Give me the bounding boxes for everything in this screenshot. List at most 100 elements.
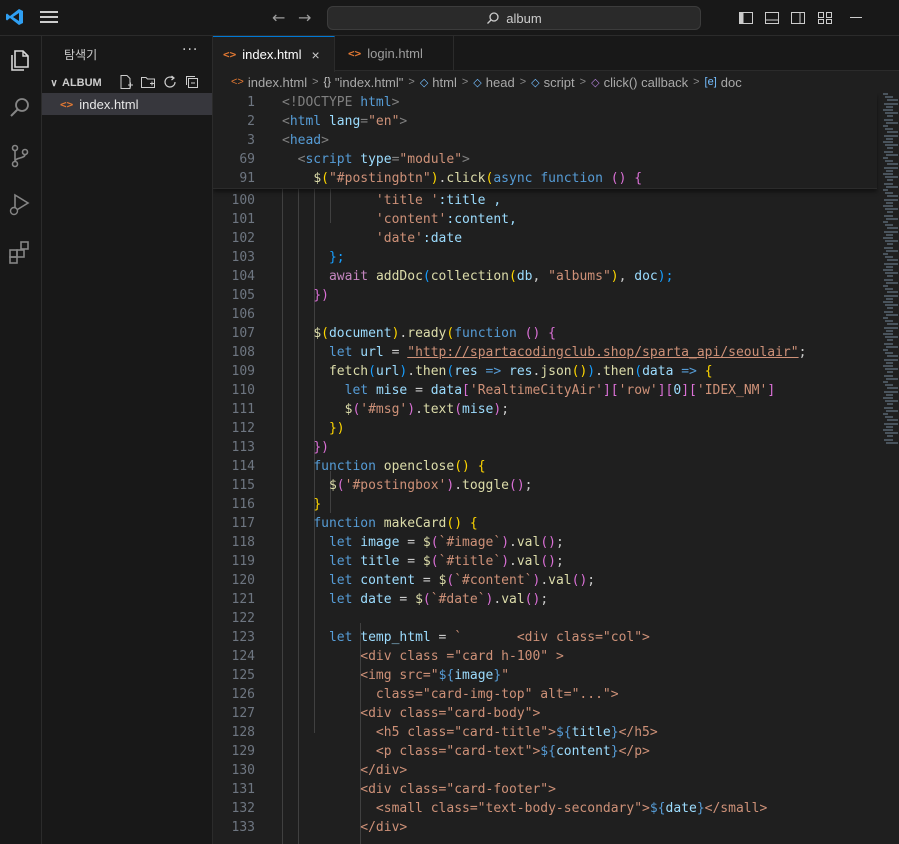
extensions-icon[interactable] — [6, 238, 34, 266]
line-number: 103 — [231, 250, 255, 265]
search-icon[interactable] — [6, 94, 34, 122]
line-number: 69 — [239, 152, 255, 167]
sticky-scroll-header[interactable]: 1 <!DOCTYPE html> 2 <html lang="en"> 3 <head>… — [213, 93, 877, 189]
code-line: 106 — [213, 305, 883, 324]
line-number: 107 — [231, 326, 255, 341]
forward-arrow-icon[interactable]: → — [298, 8, 311, 27]
source-control-icon[interactable] — [6, 142, 34, 170]
code-text: await addDoc(collection(db, "albums"), d… — [328, 269, 674, 284]
tab-label: index.html — [242, 47, 302, 62]
chevron-right-icon: > — [519, 76, 527, 88]
code-line: 105 }) — [213, 286, 883, 305]
code-line: 102 'date':date — [213, 229, 883, 248]
braces-icon: {} — [323, 76, 331, 88]
breadcrumb-item[interactable]: ◇ click() callback — [591, 75, 688, 90]
line-number: 91 — [239, 171, 255, 186]
code-line: 113 }) — [213, 438, 883, 457]
customize-layout-icon[interactable] — [817, 10, 833, 26]
chevron-right-icon: > — [693, 76, 700, 88]
line-number: 111 — [231, 402, 255, 417]
code-text: </div> — [360, 820, 408, 835]
code-text: <div class="card-footer"> — [360, 782, 556, 797]
code-text: <img src="${image}" — [360, 668, 510, 683]
line-number: 106 — [231, 307, 255, 322]
minimap[interactable] — [883, 93, 899, 453]
code-text: }) — [328, 421, 345, 436]
chevron-right-icon: > — [312, 76, 319, 88]
line-number: 118 — [231, 535, 255, 550]
line-number: 112 — [231, 421, 255, 436]
minimize-button[interactable] — [850, 17, 862, 18]
run-debug-icon[interactable] — [6, 190, 34, 218]
line-number: 101 — [231, 212, 255, 227]
breadcrumb-item[interactable]: ◇ html — [420, 75, 457, 90]
breadcrumb-item[interactable]: {} "index.html" — [324, 75, 404, 90]
line-number: 104 — [231, 269, 255, 284]
code-text: }) — [313, 440, 329, 455]
search-icon — [487, 12, 499, 24]
editor-tabs: <> index.html × <> login.html — [213, 36, 899, 72]
code-text: <small class="text-body-secondary">${dat… — [375, 801, 768, 816]
code-text: let mise = data['RealtimeCityAir']['row'… — [344, 383, 776, 398]
tab-index-html[interactable]: <> index.html × — [213, 36, 335, 72]
breadcrumb-item[interactable]: <> index.html — [231, 75, 307, 90]
code-line: 130 </div> — [213, 761, 883, 780]
code-line: 110 let mise = data['RealtimeCityAir']['… — [213, 381, 883, 400]
code-text: class="card-img-top" alt="..."> — [375, 687, 619, 702]
code-line: 132 <small class="text-body-secondary">$… — [213, 799, 883, 818]
code-line: 118 let image = $(`#image`).val(); — [213, 533, 883, 552]
collapse-all-icon[interactable] — [184, 74, 200, 90]
code-line: 100 'title ':title , — [213, 191, 883, 210]
code-line: 128 <h5 class="card-title">${title}</h5> — [213, 723, 883, 742]
code-line: 115 $('#postingbox').toggle(); — [213, 476, 883, 495]
toggle-primary-sidebar-icon[interactable] — [738, 10, 754, 26]
code-text: }) — [313, 288, 329, 303]
code-text: $('#postingbox').toggle(); — [328, 478, 533, 493]
element-icon: ◇ — [419, 76, 429, 89]
element-icon: ◇ — [473, 76, 482, 89]
sidebar-title: 탐색기 — [64, 48, 98, 62]
code-text: function makeCard() { — [313, 516, 478, 531]
code-line: 108 let url = "http://spartacodingclub.s… — [213, 343, 883, 362]
code-text: </div> — [360, 763, 408, 778]
line-number: 115 — [231, 478, 255, 493]
breadcrumb: <> index.html > {} "index.html" > ◇ html > … — [213, 71, 899, 93]
code-editor[interactable]: 100 'title ':title , 101 'content':conten… — [213, 93, 899, 844]
html-file-icon: <> — [231, 76, 244, 88]
close-icon[interactable]: × — [312, 47, 320, 63]
new-file-icon[interactable] — [118, 74, 134, 90]
breadcrumb-item[interactable]: [e] doc — [705, 75, 742, 90]
line-number: 109 — [231, 364, 255, 379]
refresh-icon[interactable] — [162, 74, 178, 90]
code-line: 127 <div class="card-body"> — [213, 704, 883, 723]
tab-login-html[interactable]: <> login.html — [336, 36, 454, 71]
breadcrumb-item[interactable]: ◇ script — [531, 75, 575, 90]
code-text: let content = $(`#content`).val(); — [328, 573, 596, 588]
code-text: <script type="module"> — [282, 152, 470, 167]
code-text: <h5 class="card-title">${title}</h5> — [375, 725, 658, 740]
breadcrumb-item[interactable]: ◇ head — [473, 75, 514, 90]
line-number: 114 — [231, 459, 255, 474]
line-number: 100 — [231, 193, 255, 208]
explorer-icon[interactable] — [6, 46, 34, 74]
code-text: <!DOCTYPE html> — [282, 95, 400, 110]
activity-bar — [0, 36, 42, 844]
back-arrow-icon[interactable]: ← — [272, 8, 285, 27]
line-number: 117 — [231, 516, 255, 531]
menu-icon[interactable] — [40, 8, 58, 26]
line-number: 110 — [231, 383, 255, 398]
code-text: let url = "http://spartacodingclub.shop/… — [328, 345, 807, 360]
code-line: 114 function openclose() { — [213, 457, 883, 476]
file-index-html[interactable]: <> index.html — [42, 93, 212, 115]
code-text: function openclose() { — [313, 459, 486, 474]
command-center-search[interactable]: album — [327, 6, 701, 30]
line-number: 121 — [231, 592, 255, 607]
html-file-icon: <> — [223, 48, 237, 61]
new-folder-icon[interactable] — [140, 74, 156, 90]
search-text: album — [506, 10, 542, 26]
code-text: 'content':content, — [375, 212, 517, 227]
toggle-panel-icon[interactable] — [764, 10, 780, 26]
explorer-sidebar: 탐색기 ··· ∨ ALBUM <> index.html — [42, 36, 213, 844]
toggle-secondary-sidebar-icon[interactable] — [790, 10, 806, 26]
more-actions-icon[interactable]: ··· — [182, 42, 198, 58]
